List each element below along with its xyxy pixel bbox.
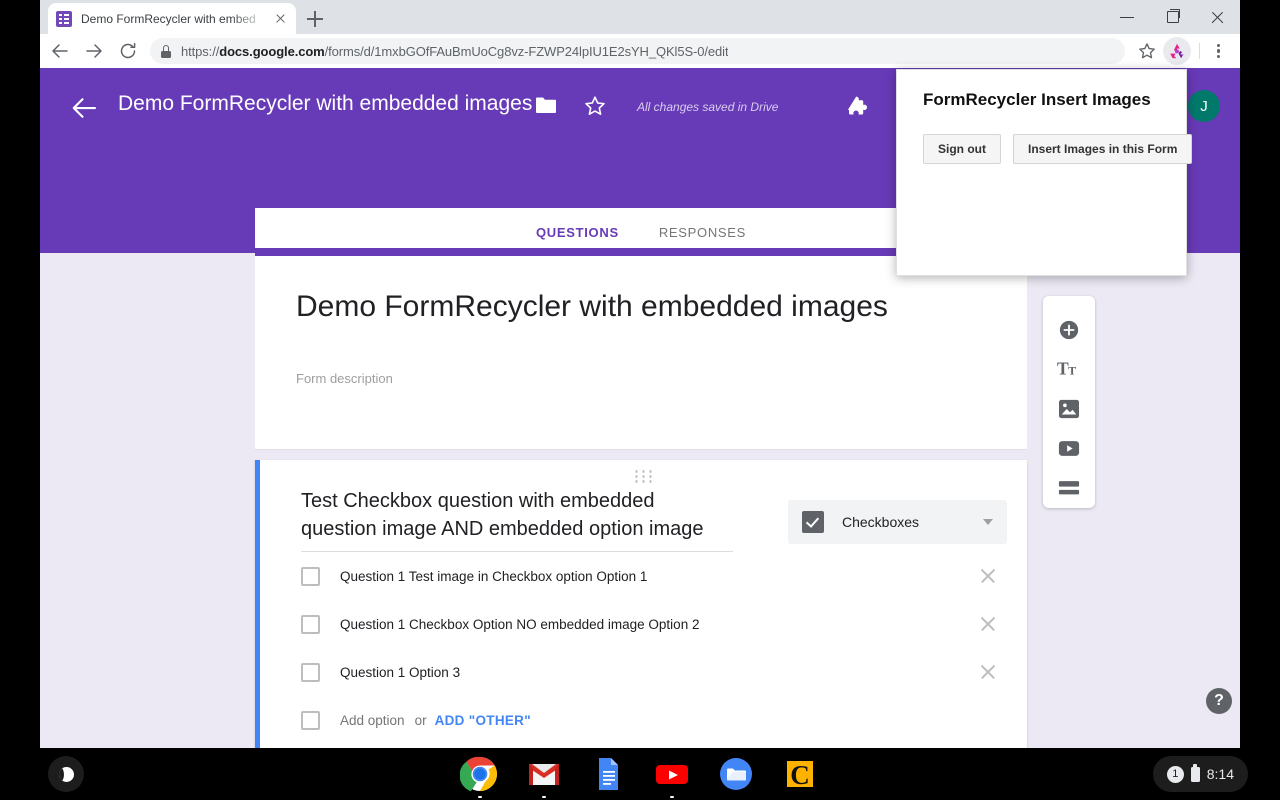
- option-label[interactable]: Question 1 Option 3: [340, 665, 977, 680]
- lock-icon: [160, 44, 172, 58]
- option-row[interactable]: Question 1 Checkbox Option NO embedded i…: [301, 612, 999, 636]
- add-video-button[interactable]: [1049, 429, 1089, 469]
- checkbox-icon: [301, 710, 320, 730]
- question-title-wrap: Test Checkbox question with embedded que…: [301, 488, 733, 553]
- add-option-label[interactable]: Add option: [340, 713, 405, 728]
- question-card[interactable]: Test Checkbox question with embedded que…: [255, 460, 1027, 748]
- option-row[interactable]: Question 1 Test image in Checkbox option…: [301, 564, 999, 588]
- save-status-text: All changes saved in Drive: [637, 100, 779, 114]
- extension-popup-title: FormRecycler Insert Images: [923, 90, 1151, 109]
- question-title[interactable]: Test Checkbox question with embedded que…: [301, 488, 733, 553]
- url-domain: docs.google.com: [219, 43, 325, 59]
- form-title[interactable]: Demo FormRecycler with embedded images: [296, 289, 986, 325]
- running-indicator: [670, 796, 674, 798]
- reload-button[interactable]: [114, 37, 142, 65]
- close-tab-icon[interactable]: [272, 11, 288, 27]
- bookmark-star-icon[interactable]: [1133, 37, 1161, 65]
- remove-option-icon[interactable]: [977, 565, 999, 587]
- forms-document-title[interactable]: Demo FormRecycler with embedded images: [118, 92, 532, 116]
- remove-option-icon[interactable]: [977, 661, 999, 683]
- add-section-button[interactable]: [1049, 468, 1089, 508]
- browser-toolbar: https://docs.google.com/forms/d/1mxbGOfF…: [40, 34, 1240, 68]
- add-title-button[interactable]: T T: [1049, 350, 1089, 390]
- chevron-down-icon: [983, 519, 993, 525]
- window-controls: [1105, 0, 1240, 34]
- tab-title: Demo FormRecycler with embed: [81, 11, 256, 26]
- help-button[interactable]: ?: [1206, 688, 1232, 714]
- checkbox-icon: [301, 662, 320, 682]
- forms-star-icon[interactable]: [583, 94, 607, 118]
- add-image-button[interactable]: [1049, 389, 1089, 429]
- url-scheme: https://: [181, 43, 220, 59]
- shelf-item-youtube[interactable]: [652, 754, 692, 798]
- close-window-button[interactable]: [1195, 0, 1240, 34]
- add-other-button[interactable]: ADD "OTHER": [435, 713, 531, 728]
- status-tray[interactable]: 1 8:14: [1152, 756, 1248, 792]
- browser-tab[interactable]: Demo FormRecycler with embed: [48, 3, 296, 34]
- launcher-button[interactable]: [48, 756, 84, 792]
- forward-button[interactable]: [80, 37, 108, 65]
- maximize-window-button[interactable]: [1150, 0, 1195, 34]
- new-tab-button[interactable]: [302, 6, 328, 32]
- add-option-row[interactable]: Add option or ADD "OTHER": [301, 708, 999, 732]
- forms-back-button[interactable]: [70, 93, 100, 123]
- clock-time: 8:14: [1206, 766, 1234, 782]
- svg-text:T: T: [1068, 364, 1076, 378]
- insert-images-button[interactable]: Insert Images in this Form: [1013, 134, 1193, 164]
- shelf-item-google-docs[interactable]: [588, 754, 628, 794]
- add-option-wrap: Add option or ADD "OTHER": [340, 713, 531, 728]
- puzzle-icon[interactable]: [845, 94, 871, 120]
- form-title-card[interactable]: Demo FormRecycler with embedded images F…: [255, 248, 1027, 450]
- shelf-item-gmail[interactable]: [524, 754, 564, 798]
- battery-icon: [1190, 764, 1200, 782]
- option-label[interactable]: Question 1 Checkbox Option NO embedded i…: [340, 617, 977, 632]
- url-path: /forms/d/1mxbGOfFAuBmUoCg8vz-FZWP24lpIU1…: [324, 43, 729, 59]
- form-description-placeholder[interactable]: Form description: [296, 371, 986, 386]
- checkbox-icon: [301, 566, 320, 586]
- running-indicator: [478, 796, 482, 798]
- add-option-or: or: [414, 712, 427, 728]
- three-dot-menu-icon[interactable]: [1204, 37, 1232, 65]
- tab-strip: Demo FormRecycler with embed: [40, 0, 1240, 34]
- option-label[interactable]: Question 1 Test image in Checkbox option…: [340, 569, 977, 584]
- svg-text:C: C: [790, 760, 810, 790]
- url-text: https://docs.google.com/forms/d/1mxbGOfF…: [181, 44, 728, 59]
- question-type-dropdown[interactable]: Checkboxes: [788, 500, 1007, 544]
- remove-option-icon[interactable]: [977, 613, 999, 635]
- shelf-item-files[interactable]: [716, 754, 756, 794]
- back-button[interactable]: [46, 37, 74, 65]
- move-to-folder-icon[interactable]: [535, 95, 557, 115]
- address-bar[interactable]: https://docs.google.com/forms/d/1mxbGOfF…: [150, 38, 1125, 64]
- formrecycler-extension-icon[interactable]: [1163, 37, 1191, 65]
- minimize-window-button[interactable]: [1105, 0, 1150, 34]
- shelf-app-list: C: [459, 754, 820, 798]
- chromeos-shelf: C 1 8:14: [0, 748, 1280, 800]
- checkbox-icon: [301, 614, 320, 634]
- drag-handle-icon[interactable]: [635, 470, 652, 483]
- shelf-item-chrome[interactable]: [459, 754, 500, 798]
- running-indicator: [542, 796, 546, 798]
- toolbar-divider: [1199, 43, 1200, 59]
- extension-popup-buttons: Sign out Insert Images in this Form: [923, 134, 1193, 164]
- question-tools-toolbar: T T: [1043, 296, 1095, 508]
- account-avatar[interactable]: J: [1188, 90, 1220, 122]
- add-question-button[interactable]: [1049, 310, 1089, 350]
- sign-out-button[interactable]: Sign out: [923, 134, 1001, 164]
- form-body: Demo FormRecycler with embedded images F…: [255, 248, 1027, 748]
- shelf-item-caret-app[interactable]: C: [780, 754, 820, 794]
- question-type-label: Checkboxes: [842, 514, 920, 530]
- checkbox-checked-icon: [802, 511, 824, 533]
- google-forms-favicon-icon: [56, 10, 72, 27]
- launcher-icon: [58, 766, 74, 782]
- option-row[interactable]: Question 1 Option 3: [301, 660, 999, 684]
- extension-popup: FormRecycler Insert Images Sign out Inse…: [896, 69, 1193, 276]
- notification-count-badge: 1: [1166, 765, 1184, 783]
- screen: Demo FormRecycler with embed https://doc…: [0, 0, 1280, 800]
